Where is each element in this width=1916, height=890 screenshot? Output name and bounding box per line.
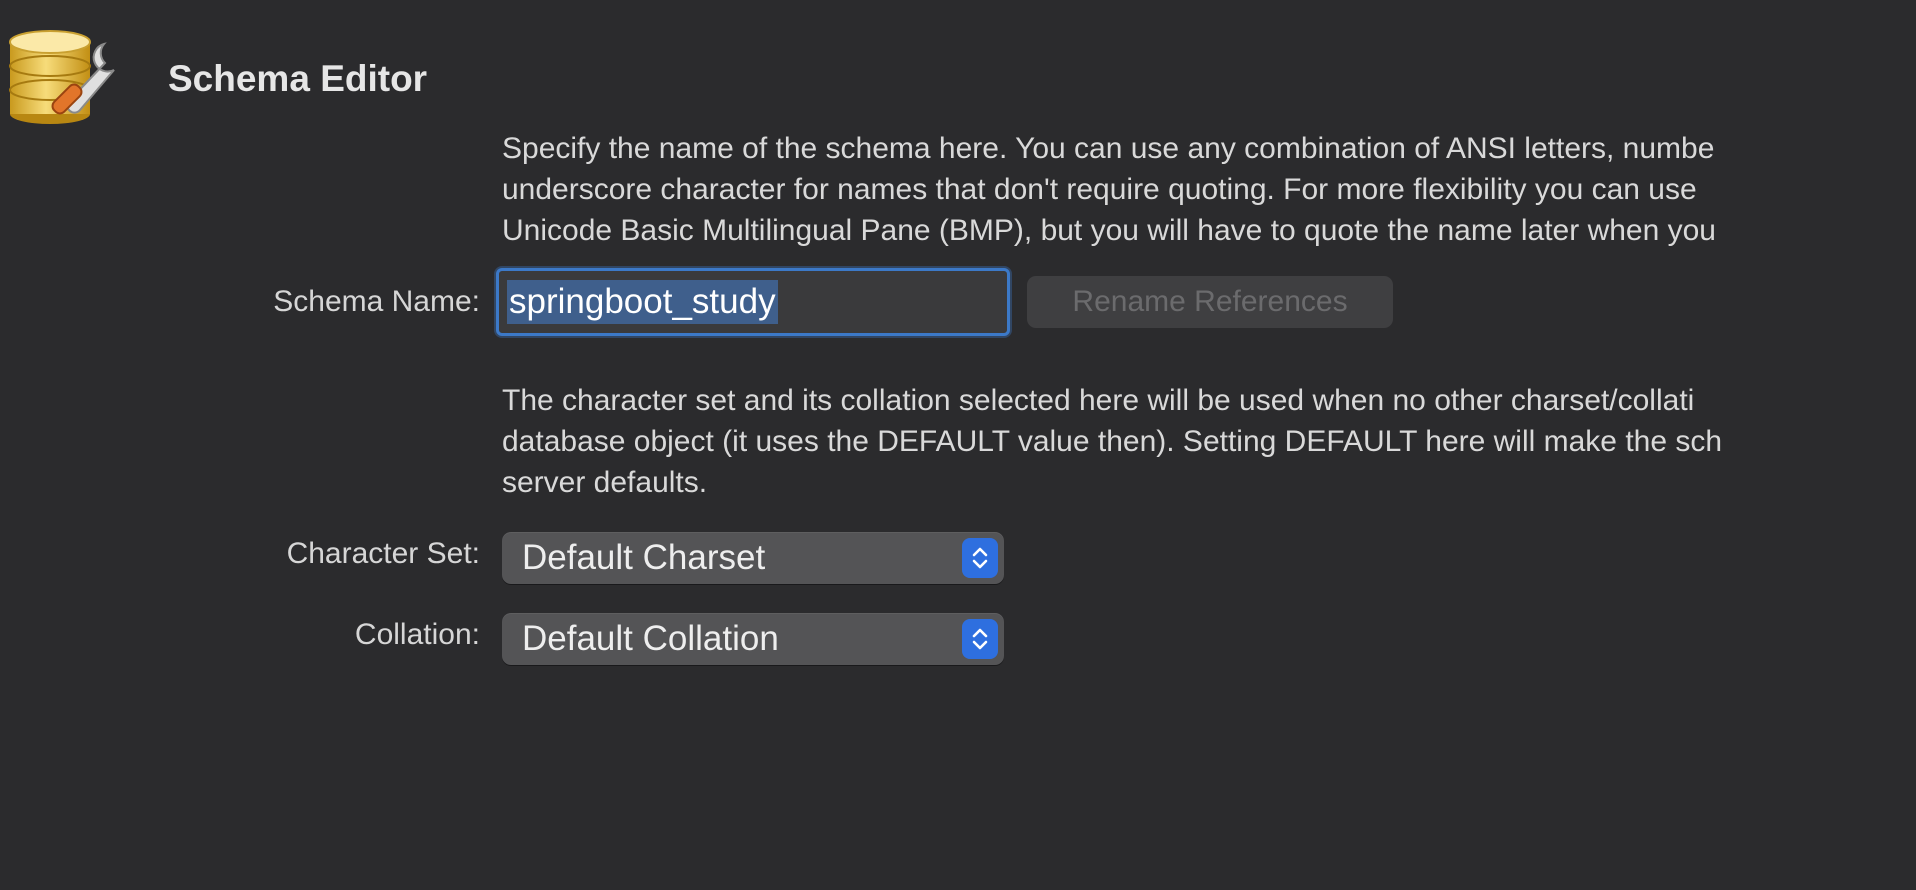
description-line: underscore character for names that don'… bbox=[502, 173, 1697, 206]
description-line: database object (it uses the DEFAULT val… bbox=[502, 425, 1723, 458]
collation-label: Collation: bbox=[354, 618, 480, 651]
description-line: The character set and its collation sele… bbox=[502, 384, 1695, 417]
rename-references-button[interactable]: Rename References bbox=[1027, 276, 1393, 328]
character-set-select[interactable]: Default Charset bbox=[502, 532, 1004, 584]
schema-editor-window: Schema Editor Specify the name of the sc… bbox=[0, 0, 1916, 890]
charset-description: The character set and its collation sele… bbox=[502, 380, 1916, 503]
collation-value: Default Collation bbox=[522, 619, 779, 658]
collation-select[interactable]: Default Collation bbox=[502, 613, 1004, 665]
description-line: Specify the name of the schema here. You… bbox=[502, 132, 1715, 165]
schema-name-input[interactable]: springboot_study bbox=[507, 279, 778, 325]
chevron-up-down-icon[interactable] bbox=[962, 538, 998, 578]
schema-name-description: Specify the name of the schema here. You… bbox=[502, 128, 1916, 251]
description-line: server defaults. bbox=[502, 466, 708, 499]
page-title: Schema Editor bbox=[168, 58, 428, 99]
schema-name-field[interactable]: springboot_study bbox=[496, 268, 1010, 336]
chevron-up-down-icon[interactable] bbox=[962, 619, 998, 659]
description-line: Unicode Basic Multilingual Pane (BMP), b… bbox=[502, 214, 1716, 247]
database-wrench-icon bbox=[9, 30, 115, 124]
schema-name-label: Schema Name: bbox=[273, 285, 480, 318]
character-set-value: Default Charset bbox=[522, 538, 766, 577]
schema-name-value: springboot_study bbox=[507, 280, 778, 324]
character-set-label: Character Set: bbox=[286, 537, 480, 570]
